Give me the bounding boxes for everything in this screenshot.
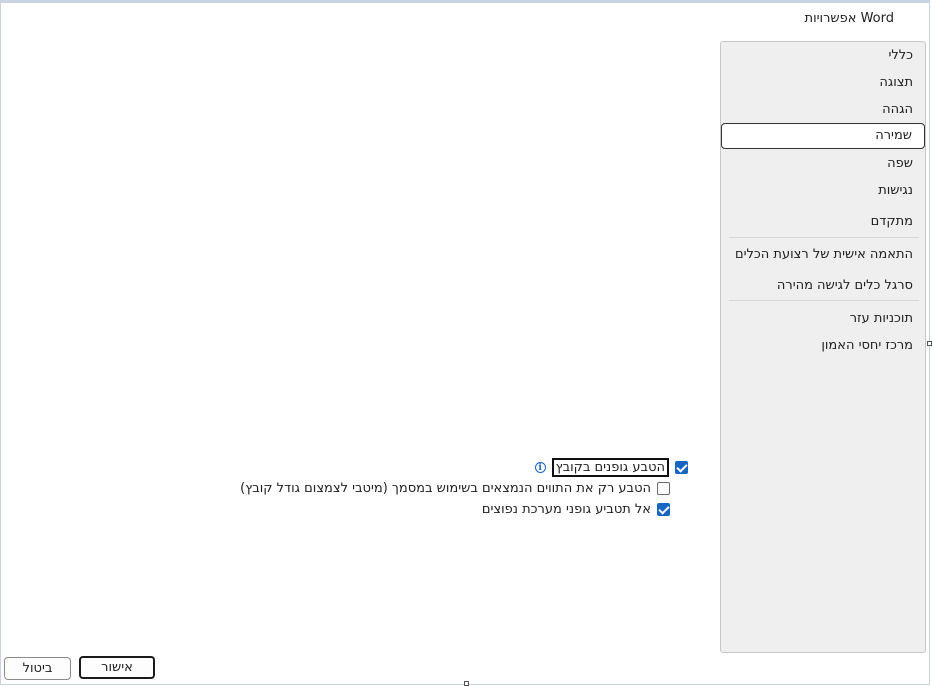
- no-common-fonts-label: אל תטביע גופני מערכת נפוצים: [481, 502, 651, 517]
- embed-fonts-option[interactable]: הטבע גופנים בקובץ i: [534, 458, 688, 477]
- sidebar-item-general[interactable]: כללי: [888, 48, 913, 63]
- embed-used-chars-checkbox[interactable]: [657, 482, 670, 495]
- sidebar-item-save[interactable]: שמירה: [721, 123, 925, 149]
- embed-fonts-checkbox[interactable]: [675, 461, 688, 474]
- sidebar-item-advanced[interactable]: מתקדם: [871, 214, 913, 229]
- embed-used-chars-option[interactable]: הטבע רק את התווים הנמצאים בשימוש במסמך (…: [240, 481, 670, 496]
- sidebar-item-accessibility[interactable]: נגישות: [878, 183, 913, 198]
- resize-grip[interactable]: [927, 341, 932, 346]
- sidebar-item-proofing[interactable]: הגהה: [882, 102, 913, 117]
- sidebar-item-add-ins[interactable]: תוכניות עזר: [850, 311, 913, 326]
- embed-used-chars-label: הטבע רק את התווים הנמצאים בשימוש במסמך (…: [240, 481, 651, 496]
- sidebar-divider: [729, 237, 919, 238]
- cancel-button[interactable]: ביטול: [4, 657, 71, 680]
- sidebar-divider: [729, 300, 919, 301]
- sidebar-item-quick-access-toolbar[interactable]: סרגל כלים לגישה מהירה: [777, 278, 913, 293]
- dialog-title: אפשרויות Word: [804, 11, 894, 26]
- sidebar-item-trust-center[interactable]: מרכז יחסי האמון: [821, 338, 913, 353]
- options-sidebar: כללי תצוגה הגהה שמירה שפה נגישות מתקדם ה…: [720, 41, 926, 653]
- ok-button[interactable]: אישור: [79, 656, 155, 679]
- info-icon[interactable]: i: [534, 462, 546, 473]
- embed-fonts-label: הטבע גופנים בקובץ: [551, 458, 669, 477]
- sidebar-item-language[interactable]: שפה: [887, 156, 913, 171]
- sidebar-item-customize-ribbon[interactable]: התאמה אישית של רצועת הכלים: [735, 247, 913, 262]
- no-common-fonts-option[interactable]: אל תטביע גופני מערכת נפוצים: [482, 502, 670, 517]
- resize-grip[interactable]: [464, 681, 469, 686]
- sidebar-item-display[interactable]: תצוגה: [879, 75, 913, 90]
- no-common-fonts-checkbox[interactable]: [657, 503, 670, 516]
